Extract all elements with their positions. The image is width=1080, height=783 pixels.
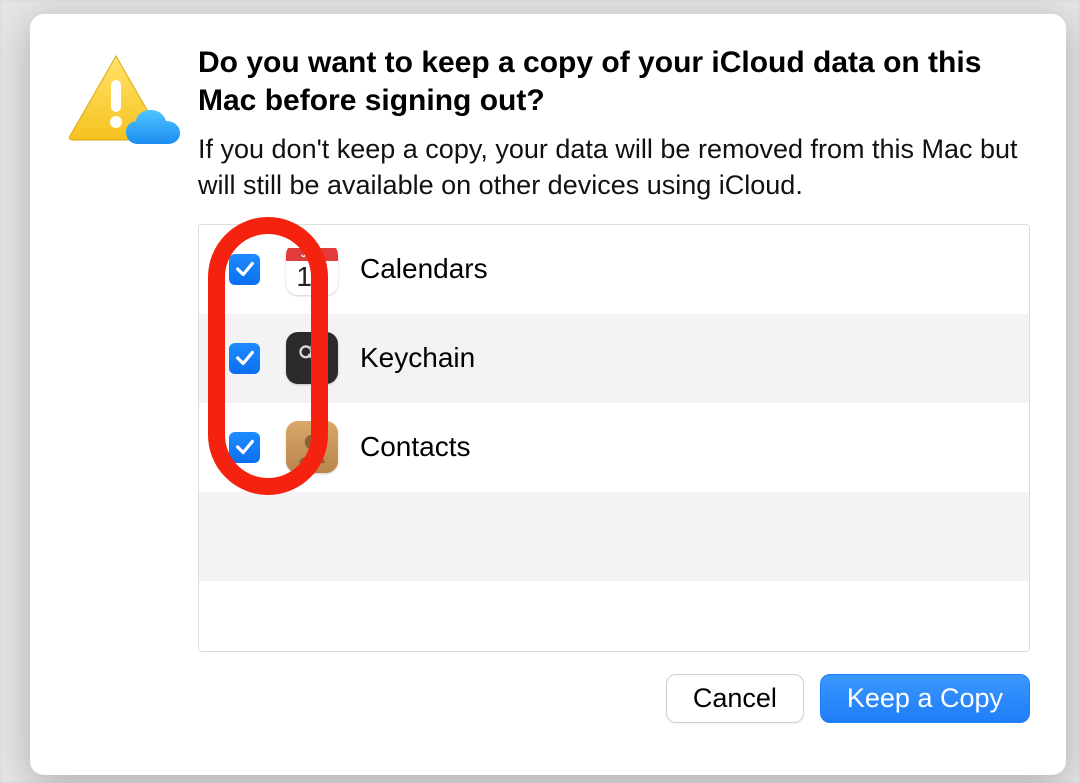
dialog-subtitle: If you don't keep a copy, your data will… <box>198 131 1030 204</box>
checkbox-keychain[interactable] <box>229 343 260 374</box>
calendar-day-label: 17 <box>296 263 327 291</box>
dialog-title: Do you want to keep a copy of your iClou… <box>198 44 1030 119</box>
checkmark-icon <box>234 347 256 369</box>
dialog-header: Do you want to keep a copy of your iClou… <box>66 44 1030 723</box>
dialog-buttons: Cancel Keep a Copy <box>198 674 1030 723</box>
list-item-empty <box>199 492 1029 581</box>
keychain-app-icon <box>286 332 338 384</box>
calendar-app-icon: JUL 17 <box>286 243 338 295</box>
list-item-label: Contacts <box>360 431 471 463</box>
list-item-calendars: JUL 17 Calendars <box>199 225 1029 314</box>
keep-a-copy-button[interactable]: Keep a Copy <box>820 674 1030 723</box>
checkbox-calendars[interactable] <box>229 254 260 285</box>
dialog-text: Do you want to keep a copy of your iClou… <box>198 44 1030 723</box>
list-item-keychain: Keychain <box>199 314 1029 403</box>
list-item-empty <box>199 581 1029 651</box>
calendar-month-label: JUL <box>286 248 338 261</box>
signout-dialog: Do you want to keep a copy of your iClou… <box>30 14 1066 775</box>
contacts-app-icon <box>286 421 338 473</box>
checkbox-contacts[interactable] <box>229 432 260 463</box>
icloud-data-list: JUL 17 Calendars <box>198 224 1030 652</box>
cancel-button[interactable]: Cancel <box>666 674 804 723</box>
checkmark-icon <box>234 258 256 280</box>
list-item-label: Keychain <box>360 342 475 374</box>
person-icon <box>291 426 333 468</box>
checkmark-icon <box>234 436 256 458</box>
keys-icon <box>292 338 332 378</box>
warning-icloud-icon <box>66 52 186 147</box>
list-item-contacts: Contacts <box>199 403 1029 492</box>
icloud-icon <box>124 108 182 148</box>
list-item-label: Calendars <box>360 253 488 285</box>
